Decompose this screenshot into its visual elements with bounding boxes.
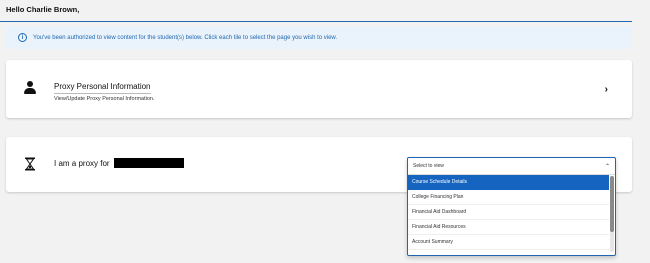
person-icon [24, 81, 36, 95]
view-select-dropdown[interactable]: Select to view ⌃ Course Schedule Details… [407, 157, 616, 256]
proxy-for-label: I am a proxy for [54, 159, 110, 168]
greeting: Hello Charlie Brown, [6, 5, 80, 14]
dropdown-option[interactable]: Account Summary [408, 235, 609, 250]
info-icon: i [18, 33, 27, 42]
dropdown-options-list: Course Schedule Details College Financin… [408, 175, 615, 255]
info-banner-text: You've been authorized to view content f… [33, 34, 338, 41]
dropdown-option[interactable]: Course Schedule Details [408, 175, 609, 190]
dropdown-selected-value: Select to view [413, 163, 444, 169]
header-divider [0, 21, 632, 22]
redacted-student-name [114, 158, 184, 168]
chevron-up-icon: ⌃ [604, 163, 610, 170]
dropdown-header[interactable]: Select to view ⌃ [408, 158, 615, 175]
proxy-personal-info-card[interactable]: Proxy Personal Information View/Update P… [6, 60, 632, 118]
scrollbar-thumb[interactable] [610, 176, 614, 232]
info-banner: i You've been authorized to view content… [6, 26, 632, 49]
hourglass-icon [25, 157, 35, 171]
card-title[interactable]: Proxy Personal Information [54, 82, 151, 94]
card-subtitle: View/Update Proxy Personal Information. [54, 96, 155, 102]
dropdown-scrollbar[interactable] [610, 176, 614, 252]
dropdown-option[interactable]: Financial Aid Resources [408, 220, 609, 235]
chevron-right-icon[interactable]: › [605, 84, 608, 95]
dropdown-option[interactable]: College Financing Plan [408, 190, 609, 205]
dropdown-option[interactable]: Financial Aid Dashboard [408, 205, 609, 220]
